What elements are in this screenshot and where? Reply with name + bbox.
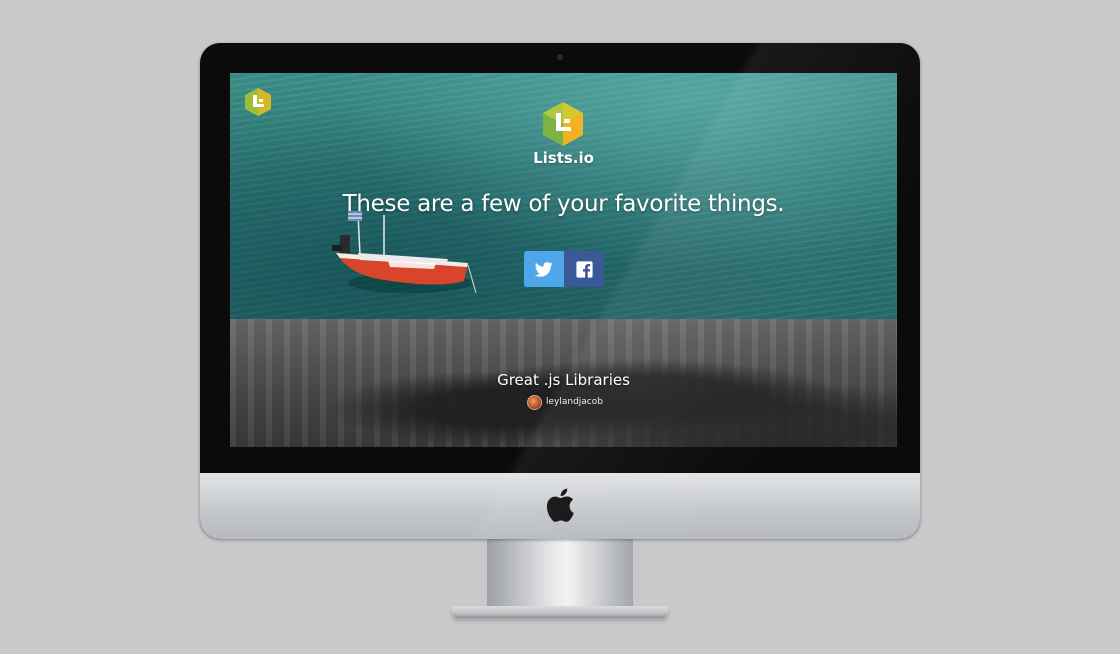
- monitor-stand-base: [452, 606, 668, 618]
- facebook-f-icon: [575, 260, 593, 278]
- twitter-bird-icon: [535, 261, 553, 277]
- hero-section: Lists.io These are a few of your favorit…: [230, 73, 897, 319]
- imac-monitor: Lists.io These are a few of your favorit…: [200, 43, 920, 539]
- brand-name: Lists.io: [533, 149, 594, 167]
- list-title[interactable]: Great .js Libraries: [230, 371, 897, 389]
- webcam: [557, 54, 563, 60]
- browser-viewport: Lists.io These are a few of your favorit…: [230, 73, 897, 447]
- hero-tagline: These are a few of your favorite things.: [342, 191, 785, 217]
- home-logo-icon[interactable]: [244, 87, 272, 117]
- avatar: [527, 394, 542, 410]
- monitor-stand-neck: [487, 539, 633, 609]
- list-card[interactable]: Great .js Libraries leylandjacob: [230, 319, 897, 447]
- list-author[interactable]: leylandjacob: [527, 394, 603, 410]
- facebook-share-button[interactable]: [564, 251, 604, 287]
- share-buttons: [524, 251, 604, 287]
- apple-logo-icon: [546, 488, 574, 522]
- lists-logo-icon: [543, 102, 583, 146]
- author-name: leylandjacob: [546, 397, 603, 407]
- monitor-chin: [200, 473, 920, 539]
- twitter-share-button[interactable]: [524, 251, 564, 287]
